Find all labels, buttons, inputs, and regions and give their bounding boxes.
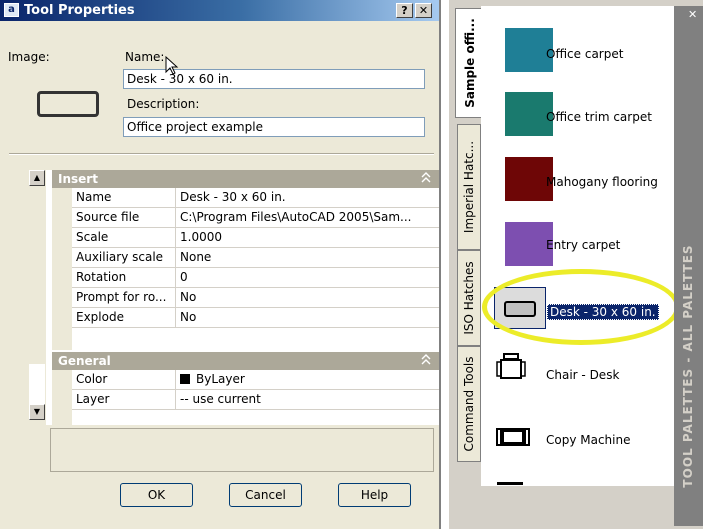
property-row[interactable]: Source file C:\Program Files\AutoCAD 2005… xyxy=(72,208,439,228)
tool-palette: Sample offi... Imperial Hatc... ISO Hatc… xyxy=(449,0,703,529)
property-row[interactable]: Name Desk - 30 x 60 in. xyxy=(72,188,439,208)
description-field[interactable]: Office project example xyxy=(123,117,425,137)
copy-machine-icon[interactable] xyxy=(496,427,530,447)
property-row[interactable]: Explode No xyxy=(72,308,439,328)
help-button[interactable]: Help xyxy=(338,483,411,507)
color-swatch xyxy=(180,374,190,384)
divider xyxy=(9,153,434,155)
close-title-button[interactable]: ✕ xyxy=(415,3,432,18)
property-row[interactable]: Auxiliary scale None xyxy=(72,248,439,268)
tab-sample-office[interactable]: Sample offi... xyxy=(455,8,483,118)
palette-item-label[interactable]: Office carpet xyxy=(546,47,623,61)
help-title-button[interactable]: ? xyxy=(396,3,413,18)
name-label: Name: xyxy=(125,50,165,64)
tab-imperial-hatches[interactable]: Imperial Hatc... xyxy=(457,124,481,250)
palette-item-label[interactable]: Mahogany flooring xyxy=(546,175,658,189)
palette-item-label[interactable]: Chair - Desk xyxy=(546,368,619,382)
collapse-icon[interactable] xyxy=(421,170,431,188)
palette-item-label[interactable]: Entry carpet xyxy=(546,238,620,252)
grid-gutter xyxy=(52,188,72,350)
property-row[interactable]: Prompt for ro... No xyxy=(72,288,439,308)
chair-icon[interactable] xyxy=(496,353,526,381)
section-insert[interactable]: Insert xyxy=(52,170,439,188)
dialog-titlebar[interactable]: a Tool Properties ? ✕ xyxy=(0,0,439,21)
partial-item-icon xyxy=(497,482,523,485)
property-row[interactable]: Rotation 0 xyxy=(72,268,439,288)
palette-item-label[interactable]: Office trim carpet xyxy=(546,110,652,124)
grid-gutter xyxy=(52,368,72,425)
highlight-ellipse xyxy=(482,269,680,345)
scroll-track[interactable] xyxy=(29,186,45,382)
tool-image-preview xyxy=(37,91,99,117)
property-row[interactable]: Layer -- use current xyxy=(72,390,439,410)
scroll-up-icon[interactable]: ▲ xyxy=(29,170,45,186)
section-general[interactable]: General xyxy=(52,352,439,370)
tool-properties-dialog: a Tool Properties ? ✕ Image: Name: Desk … xyxy=(0,0,441,529)
tab-command-tools[interactable]: Command Tools xyxy=(457,346,481,462)
description-label: Description: xyxy=(127,97,200,111)
app-icon: a xyxy=(4,3,19,17)
mouse-cursor-icon xyxy=(165,56,179,75)
palette-item-label[interactable]: Copy Machine xyxy=(546,433,631,447)
property-row[interactable]: Scale 1.0000 xyxy=(72,228,439,248)
palette-title: TOOL PALETTES - ALL PALETTES xyxy=(681,244,695,488)
collapse-icon[interactable] xyxy=(421,352,431,370)
dialog-title: Tool Properties xyxy=(24,3,135,18)
scroll-thumb[interactable] xyxy=(29,364,45,404)
property-row[interactable]: Color ByLayer xyxy=(72,370,439,390)
ok-button[interactable]: OK xyxy=(120,483,193,507)
scroll-down-icon[interactable]: ▼ xyxy=(29,404,45,420)
property-description-box xyxy=(50,428,434,472)
cancel-button[interactable]: Cancel xyxy=(229,483,302,507)
tab-iso-hatches[interactable]: ISO Hatches xyxy=(457,250,481,346)
image-label: Image: xyxy=(8,50,50,64)
property-grid: Insert Name Desk - 30 x 60 in. Source fil… xyxy=(28,170,439,425)
palette-close-icon[interactable]: ✕ xyxy=(688,8,697,21)
palette-title-bar[interactable]: TOOL PALETTES - ALL PALETTES xyxy=(674,6,703,526)
grid-scrollbar[interactable]: ▲ ▼ xyxy=(28,170,46,425)
